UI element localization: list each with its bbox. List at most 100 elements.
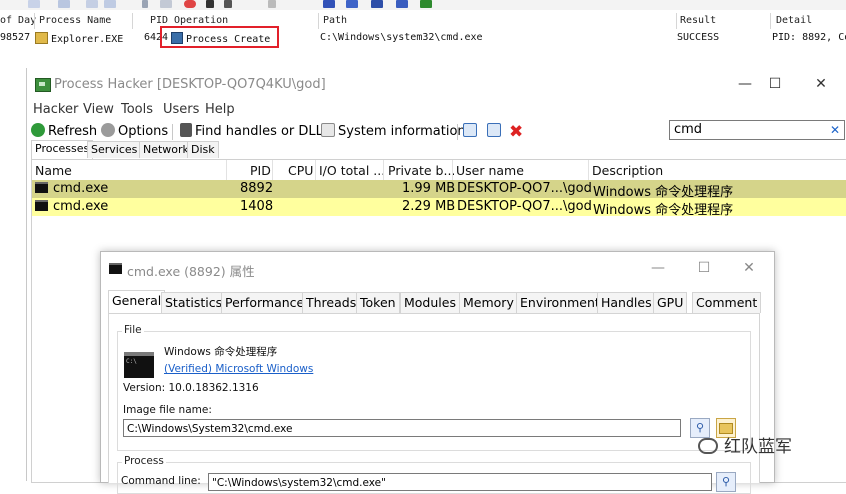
explorer-icon [35, 32, 48, 44]
watermark-text: 红队蓝军 [724, 437, 792, 457]
procmon-process-name: Explorer.EXE [51, 34, 124, 45]
col-user-name[interactable]: User name [456, 163, 524, 178]
window-title: Process Hacker [DESKTOP-QO7Q4KU\god] [54, 77, 326, 92]
properties-minimize-button[interactable]: — [643, 256, 673, 280]
clear-search-icon[interactable]: ✕ [830, 121, 840, 139]
wechat-logo-icon [698, 438, 718, 454]
col-private-bytes[interactable]: Private b... [388, 163, 455, 178]
binoculars-icon [180, 123, 192, 137]
find-handles-button[interactable]: Find handles or DLLs [180, 123, 330, 141]
inspect-command-line-button[interactable]: ⚲ [716, 472, 736, 492]
tab-network[interactable]: Network [139, 141, 193, 158]
process-description: Windows 命令处理程序 [593, 203, 734, 218]
properties-titlebar[interactable]: cmd.exe (8892) 属性 — ☐ ✕ [101, 252, 774, 284]
options-button[interactable]: Options [101, 123, 168, 141]
tab-comment[interactable]: Comment [692, 292, 762, 313]
col-cpu[interactable]: CPU [288, 163, 313, 178]
col-description[interactable]: Description [592, 163, 663, 178]
col-io-total[interactable]: I/O total ... [319, 163, 385, 178]
file-description: Windows 命令处理程序 [164, 346, 278, 358]
system-information-label: System information [338, 124, 466, 139]
procmon-col-detail[interactable]: Detail [776, 15, 812, 26]
tab-token[interactable]: Token [356, 292, 400, 313]
command-line-field[interactable]: "C:\Windows\system32\cmd.exe" [208, 473, 712, 491]
procmon-col-path[interactable]: Path [323, 15, 347, 26]
tab-general[interactable]: General [108, 290, 166, 314]
verified-signer-link[interactable]: (Verified) Microsoft Windows [164, 363, 313, 375]
procmon-toolbar-icon[interactable] [371, 0, 383, 8]
procmon-result: SUCCESS [677, 32, 720, 43]
file-version: Version: 10.0.18362.1316 [123, 382, 259, 394]
cmd-icon [35, 182, 48, 193]
tab-environment[interactable]: Environment [516, 292, 604, 313]
menu-help[interactable]: Help [205, 102, 235, 117]
procmon-toolbar-icon[interactable] [28, 0, 40, 8]
process-user: DESKTOP-QO7...\god [457, 181, 592, 196]
procmon-col-pid[interactable]: PID [150, 15, 168, 26]
window-icon-button[interactable] [463, 123, 480, 141]
procmon-col-process-name[interactable]: Process Name [39, 15, 111, 26]
window-icon [463, 123, 477, 137]
tab-processes[interactable]: Processes [31, 140, 94, 159]
menu-hacker[interactable]: Hacker [33, 102, 78, 117]
options-label: Options [118, 124, 169, 139]
system-info-chart-icon [321, 123, 335, 137]
system-information-button[interactable]: System information [321, 123, 466, 141]
procmon-col-result[interactable]: Result [680, 15, 716, 26]
procmon-toolbar-icon[interactable] [86, 0, 98, 8]
procmon-toolbar-icon[interactable] [142, 0, 148, 8]
minimize-button[interactable]: — [730, 72, 760, 96]
maximize-button[interactable]: ☐ [760, 72, 790, 96]
process-name: cmd.exe [53, 181, 109, 196]
procmon-toolbar-icon[interactable] [420, 0, 432, 8]
refresh-label: Refresh [48, 124, 98, 139]
command-line-label: Command line: [121, 475, 201, 487]
process-private-bytes: 1.99 MB [402, 181, 456, 196]
tab-handles[interactable]: Handles [597, 292, 656, 313]
menu-tools[interactable]: Tools [121, 102, 153, 117]
properties-close-button[interactable]: ✕ [734, 256, 764, 280]
procmon-toolbar-icon[interactable] [104, 0, 116, 8]
cmd-icon [35, 200, 48, 211]
magnifier-icon: ⚲ [721, 475, 731, 488]
terminate-button[interactable]: ✖ [509, 123, 526, 141]
col-pid[interactable]: PID [250, 163, 271, 178]
procmon-toolbar-icon[interactable] [160, 0, 172, 8]
tab-modules[interactable]: Modules [400, 292, 460, 313]
procmon-toolbar-icon[interactable] [323, 0, 335, 8]
procmon-toolbar-icon[interactable] [346, 0, 358, 8]
process-private-bytes: 2.29 MB [402, 199, 456, 214]
tab-threads[interactable]: Threads [302, 292, 361, 313]
procmon-toolbar-icon[interactable] [268, 0, 276, 8]
image-file-name-field[interactable]: C:\Windows\System32\cmd.exe [123, 419, 681, 437]
process-row[interactable]: cmd.exe 1408 2.29 MB DESKTOP-QO7...\god … [32, 198, 846, 218]
properties-maximize-button[interactable]: ☐ [689, 256, 719, 280]
tab-gpu[interactable]: GPU [653, 292, 688, 313]
process-group: Process Command line: "C:\Windows\system… [117, 455, 751, 494]
procmon-toolbar-icon[interactable] [206, 0, 214, 8]
window-find-button[interactable] [487, 123, 504, 141]
operation-highlight-box [160, 26, 279, 48]
procmon-toolbar-icon[interactable] [184, 0, 196, 8]
procmon-toolbar-icon[interactable] [396, 0, 408, 8]
menu-users[interactable]: Users [163, 102, 199, 117]
menu-view[interactable]: View [83, 102, 114, 117]
refresh-button[interactable]: Refresh [31, 123, 97, 141]
procmon-col-operation[interactable]: Operation [174, 15, 228, 26]
procmon-toolbar-icon[interactable] [224, 0, 232, 8]
search-input[interactable]: cmd ✕ [669, 120, 845, 140]
process-row[interactable]: cmd.exe 8892 1.99 MB DESKTOP-QO7...\god … [32, 180, 846, 200]
procmon-event-row[interactable]: 98527 Explorer.EXE 6424 Process Create C… [0, 30, 846, 46]
col-name[interactable]: Name [35, 163, 72, 178]
tab-memory[interactable]: Memory [459, 292, 518, 313]
tab-statistics[interactable]: Statistics [161, 292, 227, 313]
process-hacker-titlebar[interactable]: Process Hacker [DESKTOP-QO7Q4KU\god] — ☐… [27, 68, 846, 100]
tab-disk[interactable]: Disk [187, 141, 219, 158]
procmon-col-time[interactable]: of Day [0, 15, 36, 26]
tab-services[interactable]: Services [87, 141, 142, 158]
procmon-column-header: of Day Process Name PID Operation Path R… [0, 13, 846, 29]
tab-performance[interactable]: Performance [221, 292, 309, 313]
close-button[interactable]: ✕ [806, 72, 836, 96]
file-group-label: File [122, 324, 144, 336]
procmon-toolbar-icon[interactable] [58, 0, 70, 8]
